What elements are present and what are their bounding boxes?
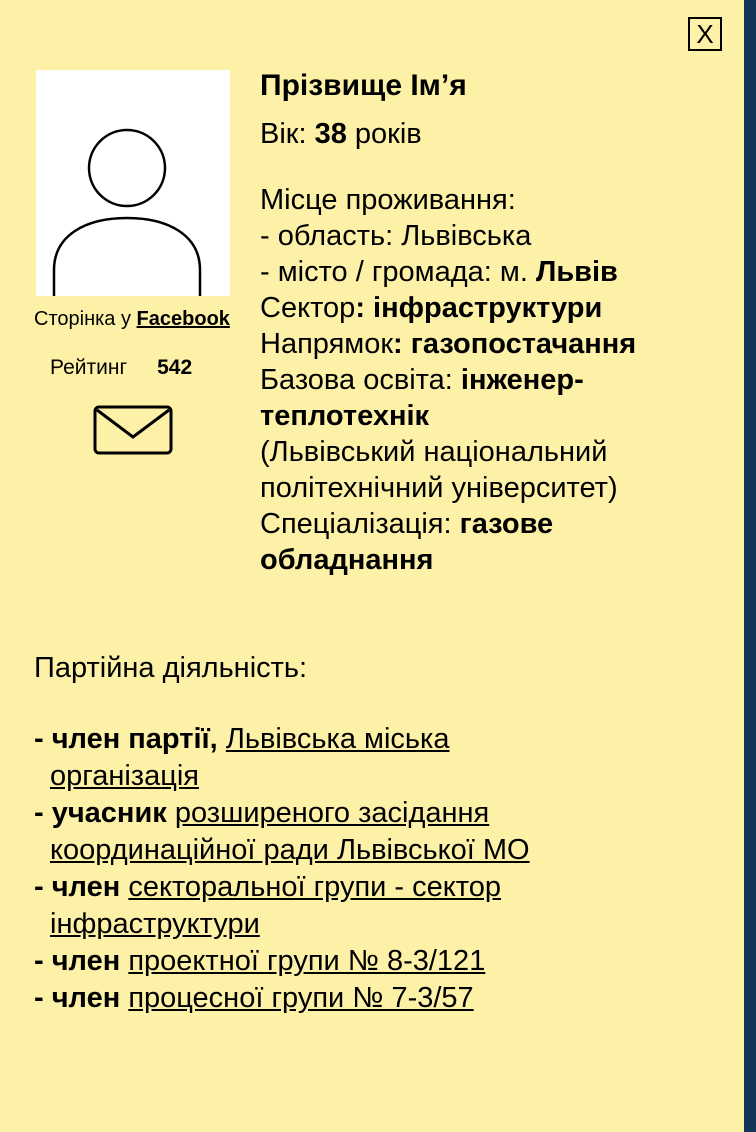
facebook-link[interactable]: Facebook [137, 308, 230, 330]
rating-label: Рейтинг [50, 356, 128, 379]
party-link[interactable]: розширеного засідання [175, 797, 489, 829]
education-line: Базова освіта: інженер- [260, 364, 584, 396]
close-button[interactable]: X [688, 17, 722, 51]
list-item-cont: організація [34, 758, 724, 795]
party-title: Партійна діяльність: [34, 652, 308, 684]
party-link[interactable]: секторальної групи - сектор [128, 871, 501, 903]
person-name: Прізвище Ім’я [260, 69, 467, 102]
party-link[interactable]: організація [50, 760, 199, 792]
party-link[interactable]: проектної групи № 8-3/121 [128, 945, 485, 977]
mail-button[interactable] [93, 405, 173, 460]
mail-icon [93, 405, 173, 455]
list-item-cont: координаційної ради Львівської МО [34, 832, 724, 869]
sector-line: Сектор: інфраструктури [260, 292, 603, 324]
rating: Рейтинг 542 [50, 356, 192, 380]
residence-label: Місце проживання: [260, 184, 516, 216]
list-item: - член процесної групи № 7-3/57 [34, 982, 474, 1014]
profile-card: X Сторінка у Facebook Рейтинг 542 Прізвищ… [0, 0, 744, 1132]
party-link[interactable]: координаційної ради Львівської МО [50, 834, 530, 866]
facebook-row: Сторінка у Facebook [34, 308, 230, 331]
direction-line: Напрямок: газопостачання [260, 328, 637, 360]
facebook-prefix: Сторінка у [34, 308, 137, 330]
education-line-2: теплотехнік [260, 400, 430, 432]
specialization-line: Спеціалізація: газове [260, 508, 554, 540]
list-item: - член партії, Львівська міська [34, 723, 450, 755]
age-value: 38 [314, 118, 347, 150]
rating-value: 542 [157, 356, 193, 379]
party-link[interactable]: Львівська міська [226, 723, 450, 755]
avatar [36, 70, 230, 296]
specialization-line-2: обладнання [260, 544, 434, 576]
avatar-icon [52, 128, 202, 296]
party-link[interactable]: інфраструктури [50, 908, 260, 940]
university-line-2: політехнічний університет) [260, 472, 618, 504]
city-line: - місто / громада: м. Львів [260, 256, 618, 288]
party-link[interactable]: процесної групи № 7-3/57 [128, 982, 473, 1014]
university-line-1: (Львівський національний [260, 436, 608, 468]
party-activity: Партійна діяльність: - член партії, Льві… [34, 650, 724, 1017]
list-item-cont: інфраструктури [34, 906, 724, 943]
list-item: - член проектної групи № 8-3/121 [34, 945, 486, 977]
list-item: - учасник розширеного засідання [34, 797, 490, 829]
region-line: - область: Львівська [260, 220, 532, 252]
right-edge [744, 0, 756, 1132]
list-item: - член секторальної групи - сектор [34, 871, 501, 903]
close-icon: X [696, 19, 714, 49]
age: Вік: 38 років [260, 118, 422, 150]
profile-info: Прізвище Ім’я Вік: 38 років Місце прожив… [260, 68, 730, 578]
